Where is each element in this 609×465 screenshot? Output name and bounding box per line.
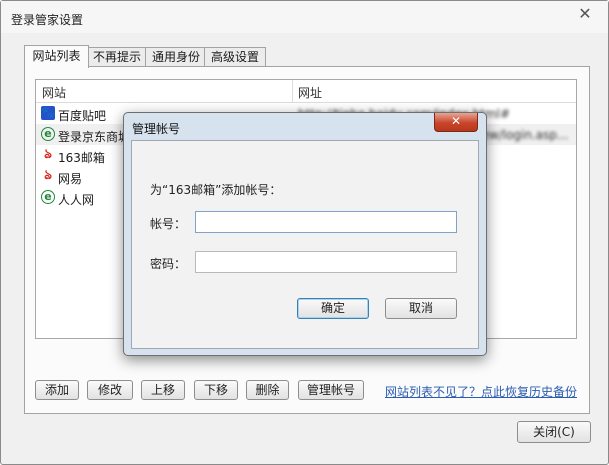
list-header: 网站 网址 xyxy=(36,80,576,103)
add-button[interactable]: 添加 xyxy=(35,380,79,400)
cancel-button[interactable]: 取消 xyxy=(385,298,457,319)
edit-button[interactable]: 修改 xyxy=(87,380,133,400)
dialog-title: 管理帐号 xyxy=(132,122,181,136)
dialog-prompt: 为“163邮箱”添加帐号： xyxy=(150,183,282,197)
netease-icon: ঌ xyxy=(44,168,52,183)
tab-no-prompt[interactable]: 不再提示 xyxy=(86,47,148,67)
site-name: 登录京东商城 xyxy=(58,130,131,144)
window-title: 登录管家设置 xyxy=(11,13,84,27)
ie-icon: e xyxy=(41,190,55,204)
column-header-site[interactable]: 网站 xyxy=(42,84,66,101)
manage-account-dialog: 管理帐号 ✕ 为“163邮箱”添加帐号： 帐号： 密码： 确定 取消 xyxy=(123,112,487,356)
site-name: 人人网 xyxy=(58,193,95,207)
close-button[interactable]: 关闭(C) xyxy=(517,421,591,443)
tab-common-identity[interactable]: 通用身份 xyxy=(145,47,207,67)
site-name: 百度贴吧 xyxy=(58,109,107,123)
netease-icon: ঌ xyxy=(44,147,52,162)
ok-button[interactable]: 确定 xyxy=(297,298,369,319)
dialog-close-icon[interactable]: ✕ xyxy=(434,113,478,132)
move-up-button[interactable]: 上移 xyxy=(141,380,185,400)
window-close-icon[interactable]: ✕ xyxy=(574,5,596,23)
password-field[interactable] xyxy=(195,251,457,273)
paw-icon: 🐾 xyxy=(41,106,55,120)
column-divider[interactable] xyxy=(292,80,293,102)
account-label: 帐号： xyxy=(150,217,187,231)
site-name: 网易 xyxy=(58,172,83,186)
dialog-body: 为“163邮箱”添加帐号： 帐号： 密码： 确定 取消 xyxy=(131,140,479,349)
tab-advanced[interactable]: 高级设置 xyxy=(204,47,266,67)
account-field[interactable] xyxy=(195,211,457,233)
delete-button[interactable]: 删除 xyxy=(246,380,289,400)
restore-backup-link[interactable]: 网站列表不见了？点此恢复历史备份 xyxy=(385,383,577,400)
column-header-url[interactable]: 网址 xyxy=(298,84,322,101)
title-bar: 登录管家设置 ✕ xyxy=(1,1,608,33)
settings-window: 登录管家设置 ✕ 网站列表 不再提示 通用身份 高级设置 网站 网址 🐾 百度贴… xyxy=(0,0,609,465)
ie-icon: e xyxy=(41,127,55,141)
move-down-button[interactable]: 下移 xyxy=(194,380,238,400)
manage-accounts-button[interactable]: 管理帐号 xyxy=(298,380,364,400)
tab-site-list[interactable]: 网站列表 xyxy=(24,45,89,68)
site-name: 163邮箱 xyxy=(58,151,105,165)
password-label: 密码： xyxy=(150,257,187,271)
